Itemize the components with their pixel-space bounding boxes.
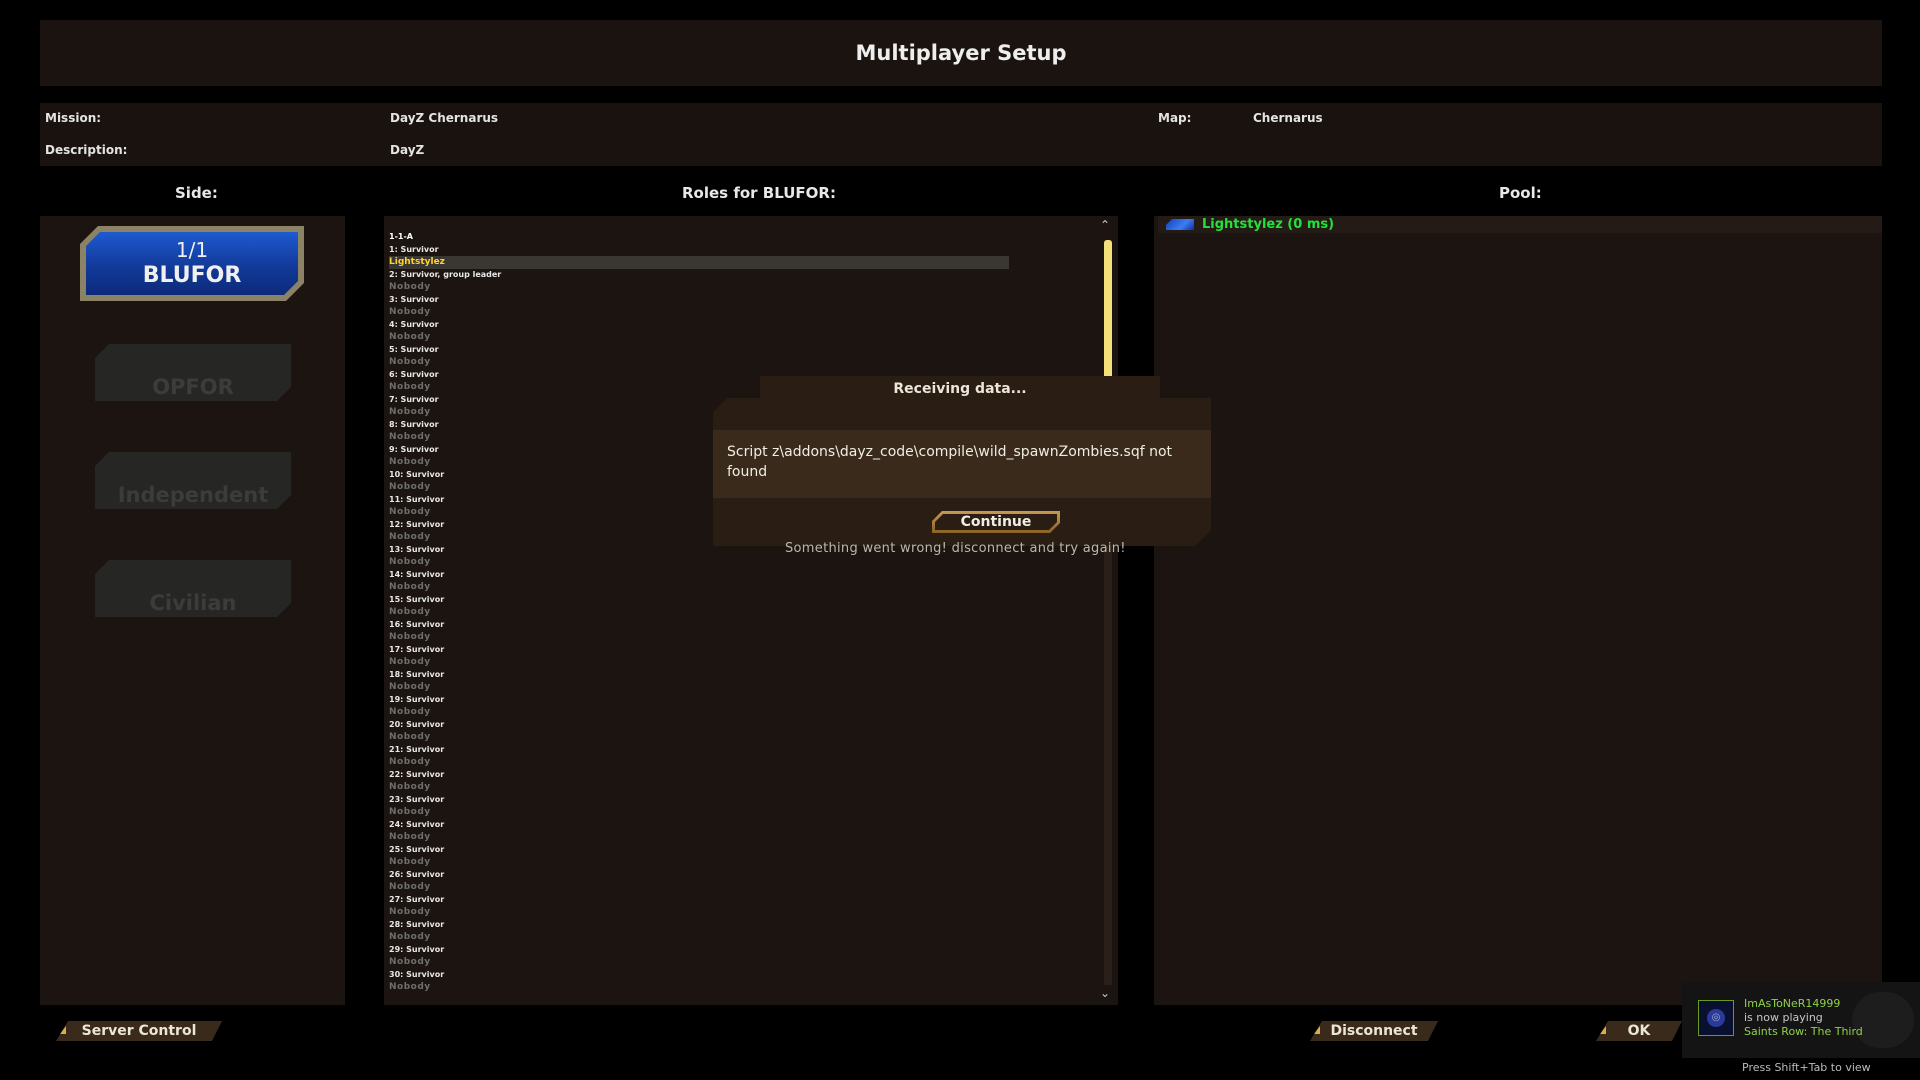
role-empty[interactable]: Nobody [389, 356, 1009, 369]
roles-header: Roles for BLUFOR: [682, 184, 836, 202]
role-slot[interactable]: 29: Survivor [389, 944, 1009, 957]
disconnect-button[interactable]: Disconnect [1310, 1021, 1438, 1041]
role-slot[interactable]: 1: Survivor [389, 244, 1009, 257]
role-empty[interactable]: Nobody [389, 831, 1009, 844]
notification-status: is now playing [1744, 1011, 1823, 1024]
pool-player-name: Lightstylez (0 ms) [1202, 217, 1335, 232]
pool-header: Pool: [1499, 184, 1542, 202]
role-slot[interactable]: 15: Survivor [389, 594, 1009, 607]
dialog-message-box: Script z\addons\dayz_code\compile\wild_s… [713, 430, 1211, 498]
role-empty[interactable]: Nobody [389, 681, 1009, 694]
mission-info-panel: Mission: DayZ Chernarus Description: Day… [40, 103, 1882, 166]
role-player[interactable]: Lightstylez [389, 256, 1009, 269]
role-slot[interactable]: 18: Survivor [389, 669, 1009, 682]
roles-panel: 1-1-A 1: Survivor Lightstylez 2: Survivor, … [384, 216, 1118, 1005]
pool-player-row[interactable]: Lightstylez (0 ms) [1158, 216, 1882, 233]
description-value: DayZ [390, 143, 425, 157]
page-title: Multiplayer Setup [855, 41, 1067, 65]
role-slot[interactable]: 28: Survivor [389, 919, 1009, 932]
role-slot[interactable]: 16: Survivor [389, 619, 1009, 632]
side-header: Side: [175, 184, 218, 202]
role-slot[interactable]: 21: Survivor [389, 744, 1009, 757]
role-slot[interactable]: 22: Survivor [389, 769, 1009, 782]
role-empty[interactable]: Nobody [389, 706, 1009, 719]
background-error-text: Something went wrong! disconnect and try… [785, 541, 1126, 556]
avatar: ◎ [1698, 1000, 1734, 1036]
role-slot[interactable]: 4: Survivor [389, 319, 1009, 332]
corner-icon [1600, 1026, 1606, 1034]
role-empty[interactable]: Nobody [389, 656, 1009, 669]
dialog-message: Script z\addons\dayz_code\compile\wild_s… [727, 444, 1173, 480]
corner-icon [1314, 1026, 1320, 1034]
role-empty[interactable]: Nobody [389, 581, 1009, 594]
role-slot[interactable]: 27: Survivor [389, 894, 1009, 907]
roles-list[interactable]: 1-1-A 1: Survivor Lightstylez 2: Survivor, … [389, 231, 1009, 994]
role-slot[interactable]: 30: Survivor [389, 969, 1009, 982]
map-value: Chernarus [1253, 111, 1323, 125]
role-slot[interactable]: 5: Survivor [389, 344, 1009, 357]
role-slot[interactable]: 24: Survivor [389, 819, 1009, 832]
role-empty[interactable]: Nobody [389, 756, 1009, 769]
role-empty[interactable]: Nobody [389, 906, 1009, 919]
side-button-opfor[interactable]: OPFOR [95, 344, 291, 401]
role-empty[interactable]: Nobody [389, 281, 1009, 294]
notification-hint: Press Shift+Tab to view [1742, 1061, 1871, 1074]
role-slot[interactable]: 19: Survivor [389, 694, 1009, 707]
role-empty[interactable]: Nobody [389, 806, 1009, 819]
role-empty[interactable]: Nobody [389, 931, 1009, 944]
role-slot[interactable]: 26: Survivor [389, 869, 1009, 882]
title-bar: Multiplayer Setup [40, 20, 1882, 86]
avatar-icon: ◎ [1707, 1009, 1725, 1027]
role-slot[interactable]: 23: Survivor [389, 794, 1009, 807]
mission-value: DayZ Chernarus [390, 111, 499, 125]
description-label: Description: [45, 143, 128, 157]
role-empty[interactable]: Nobody [389, 631, 1009, 644]
role-empty[interactable]: Nobody [389, 781, 1009, 794]
scroll-down-icon[interactable]: ⌄ [1100, 986, 1110, 1000]
role-slot[interactable]: 20: Survivor [389, 719, 1009, 732]
role-slot[interactable]: 25: Survivor [389, 844, 1009, 857]
notification-game: Saints Row: The Third [1744, 1025, 1863, 1038]
role-empty[interactable]: Nobody [389, 606, 1009, 619]
role-empty[interactable]: Nobody [389, 331, 1009, 344]
gamepad-icon [1852, 992, 1914, 1048]
role-empty[interactable]: Nobody [389, 881, 1009, 894]
role-empty[interactable]: Nobody [389, 731, 1009, 744]
dialog-title: Receiving data... [893, 381, 1027, 397]
role-empty[interactable]: Nobody [389, 981, 1009, 994]
role-group: 1-1-A [389, 232, 413, 241]
corner-icon [60, 1026, 66, 1034]
role-empty[interactable]: Nobody [389, 306, 1009, 319]
side-panel: 1/1 BLUFOR OPFOR Independent Civilian [40, 216, 345, 1005]
blufor-flag-icon [1166, 219, 1194, 230]
role-slot[interactable]: 2: Survivor, group leader [389, 269, 1009, 282]
blufor-label: BLUFOR [142, 262, 242, 288]
server-control-button[interactable]: Server Control [56, 1021, 222, 1041]
error-dialog: Script z\addons\dayz_code\compile\wild_s… [713, 398, 1211, 546]
side-button-civilian[interactable]: Civilian [95, 560, 291, 617]
side-button-independent[interactable]: Independent [95, 452, 291, 509]
map-label: Map: [1158, 111, 1192, 125]
ok-button[interactable]: OK [1596, 1021, 1682, 1041]
role-slot[interactable]: 14: Survivor [389, 569, 1009, 582]
role-slot[interactable]: 17: Survivor [389, 644, 1009, 657]
role-empty[interactable]: Nobody [389, 956, 1009, 969]
scroll-up-icon[interactable]: ⌃ [1100, 218, 1110, 232]
role-empty[interactable]: Nobody [389, 556, 1009, 569]
role-slot[interactable]: 3: Survivor [389, 294, 1009, 307]
mission-label: Mission: [45, 111, 102, 125]
blufor-count: 1/1 [175, 237, 209, 262]
pool-panel: Lightstylez (0 ms) [1154, 216, 1882, 1005]
side-button-blufor[interactable]: 1/1 BLUFOR [80, 226, 304, 301]
notification-user: ImAsToNeR14999 [1744, 997, 1841, 1010]
role-empty[interactable]: Nobody [389, 856, 1009, 869]
continue-button[interactable]: Continue [932, 511, 1060, 533]
steam-notification[interactable]: ◎ ImAsToNeR14999 is now playing Saints R… [1682, 982, 1920, 1058]
